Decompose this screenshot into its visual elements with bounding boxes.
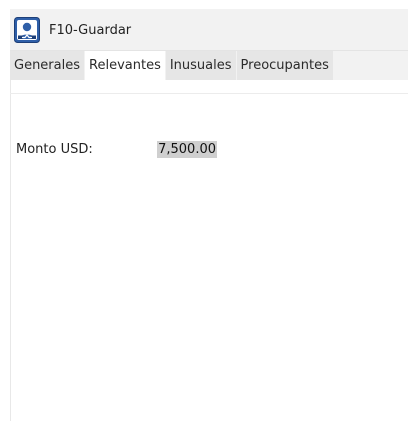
monto-usd-label: Monto USD:	[16, 142, 93, 157]
tab-label: Inusuales	[169, 58, 232, 73]
tab-relevantes[interactable]: Relevantes	[85, 51, 165, 80]
toolbar: F10-Guardar	[10, 9, 408, 51]
tab-generales[interactable]: Generales	[10, 51, 85, 80]
tab-preocupantes[interactable]: Preocupantes	[236, 51, 333, 80]
save-button[interactable]: F10-Guardar	[14, 13, 131, 47]
tab-label: Generales	[14, 58, 81, 73]
tab-label: Relevantes	[89, 58, 161, 73]
monto-usd-value: 7,500.00	[157, 141, 217, 158]
panel-border	[10, 80, 11, 421]
save-button-label: F10-Guardar	[49, 22, 132, 38]
monto-usd-input[interactable]: 7,500.00	[100, 136, 217, 163]
tab-bar-filler	[333, 51, 408, 80]
tab-panel-relevantes: Monto USD: 7,500.00	[10, 80, 408, 421]
window: F10-Guardar Generales Relevantes Inusual…	[0, 0, 408, 421]
panel-divider	[10, 93, 408, 94]
tab-label: Preocupantes	[240, 58, 329, 73]
save-user-icon	[14, 17, 40, 43]
tab-bar: Generales Relevantes Inusuales Preocupan…	[10, 51, 408, 80]
tab-inusuales[interactable]: Inusuales	[165, 51, 236, 80]
